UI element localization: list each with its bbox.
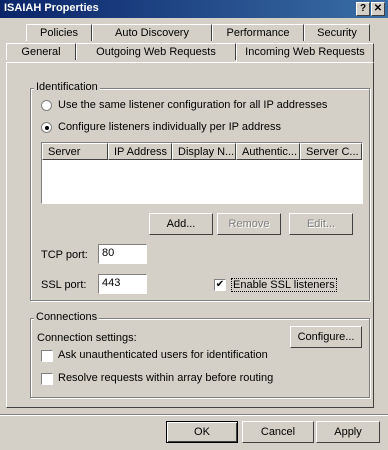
radio-selected-dot — [45, 126, 49, 130]
connection-settings-label: Connection settings: — [37, 332, 137, 344]
connections-legend: Connections — [34, 311, 100, 323]
col-header-authentication[interactable]: Authentic... — [236, 143, 300, 160]
configure-button-label: Configure... — [297, 331, 355, 343]
cancel-button-label: Cancel — [260, 426, 296, 438]
enable-ssl-checkbox[interactable]: ✔ — [214, 279, 226, 291]
radio-same-config-label[interactable]: Use the same listener configuration for … — [58, 99, 327, 111]
configure-button[interactable]: Configure... — [290, 326, 362, 348]
listener-table[interactable]: Server IP Address Display N... Authentic… — [41, 142, 363, 204]
add-button-label: Add... — [166, 218, 196, 230]
radio-individual-config[interactable] — [41, 122, 52, 133]
resolve-requests-label[interactable]: Resolve requests within array before rou… — [58, 372, 273, 384]
col-header-server-certificate[interactable]: Server C... — [300, 143, 362, 160]
ok-button-label: OK — [194, 426, 210, 438]
tab-incoming-web-requests[interactable]: Incoming Web Requests — [236, 43, 374, 62]
tab-outgoing-web-requests[interactable]: Outgoing Web Requests — [76, 43, 236, 60]
radio-individual-config-label[interactable]: Configure listeners individually per IP … — [58, 121, 281, 133]
cancel-button[interactable]: Cancel — [242, 421, 314, 443]
ok-button[interactable]: OK — [166, 421, 238, 443]
tab-auto-discovery[interactable]: Auto Discovery — [92, 24, 212, 41]
window-title: ISAIAH Properties — [4, 2, 99, 14]
radio-same-config[interactable] — [41, 100, 52, 111]
close-button[interactable]: ✕ — [371, 2, 385, 16]
col-header-display-name[interactable]: Display N... — [172, 143, 236, 160]
tab-security[interactable]: Security — [304, 24, 370, 41]
ssl-port-input[interactable]: 443 — [98, 274, 147, 294]
resolve-requests-checkbox[interactable] — [41, 373, 53, 385]
remove-button[interactable]: Remove — [217, 213, 281, 235]
ask-unauth-checkbox[interactable] — [41, 350, 53, 362]
tab-general[interactable]: General — [6, 43, 76, 60]
ask-unauth-label[interactable]: Ask unauthenticated users for identifica… — [58, 349, 268, 361]
tab-policies[interactable]: Policies — [26, 24, 92, 41]
edit-button[interactable]: Edit... — [289, 213, 353, 235]
remove-button-label: Remove — [228, 218, 270, 230]
ssl-port-label: SSL port: — [41, 279, 87, 291]
footer-separator — [0, 414, 388, 416]
identification-legend: Identification — [34, 81, 100, 93]
tcp-port-input[interactable]: 80 — [98, 244, 147, 264]
help-button[interactable]: ? — [356, 2, 370, 16]
properties-dialog: ISAIAH Properties ? ✕ Policies Auto Disc… — [0, 0, 388, 450]
apply-button[interactable]: Apply — [316, 421, 380, 443]
add-button[interactable]: Add... — [149, 213, 213, 235]
edit-button-label: Edit... — [306, 218, 336, 230]
apply-button-label: Apply — [334, 426, 362, 438]
enable-ssl-label[interactable]: Enable SSL listeners — [231, 278, 337, 292]
title-bar[interactable]: ISAIAH Properties ? ✕ — [0, 0, 388, 18]
col-header-ip-address[interactable]: IP Address — [108, 143, 172, 160]
tcp-port-label: TCP port: — [41, 249, 88, 261]
tab-performance[interactable]: Performance — [212, 24, 304, 41]
col-header-server[interactable]: Server — [42, 143, 108, 160]
